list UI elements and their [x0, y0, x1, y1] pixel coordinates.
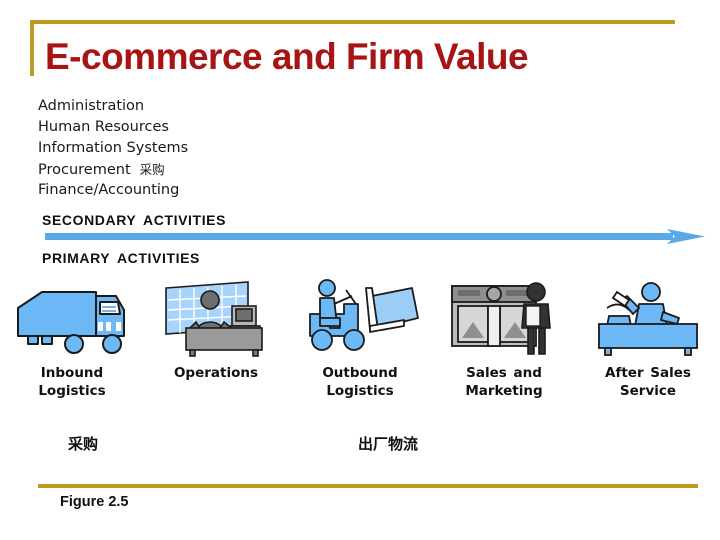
footer-rule [38, 484, 698, 488]
office-desk-worker-icon [156, 276, 276, 358]
service-counter-agent-icon [589, 276, 707, 358]
secondary-activities-label: SECONDARY ACTIVITIES [42, 212, 227, 228]
support-activity-label: Human Resources [38, 119, 169, 135]
process-flow-arrow-icon [45, 229, 705, 245]
support-activity-label: Administration [38, 98, 145, 114]
value-chain-step-label-line2: Logistics [326, 383, 394, 399]
forklift-icon [300, 276, 420, 358]
value-chain-step-label: Sales and Marketing [465, 364, 542, 400]
figure-caption: Figure 2.5 [60, 494, 129, 510]
value-chain-step-label-line2: Service [619, 383, 677, 399]
value-chain-step-label-line2: Logistics [38, 383, 106, 399]
support-activity-label: Information Systems [38, 140, 189, 156]
value-chain-step-label-line1: After Sales [605, 365, 691, 381]
slide-frame-left-rule [30, 20, 34, 76]
support-activity-label: Procurement [38, 162, 131, 178]
value-chain-step-outbound-logistics: Outbound Logistics [288, 276, 432, 412]
value-chain-step-label-line1: Inbound [40, 365, 104, 381]
value-chain-step-label: Outbound Logistics [322, 364, 397, 400]
list-item: Procurement 采购 [38, 159, 358, 180]
value-chain-step-label: After Sales Service [605, 364, 691, 400]
value-chain-step-label: Operations [174, 364, 258, 382]
support-activity-label: Finance/Accounting [38, 182, 180, 198]
value-chain-step-sales-and-marketing: Sales and Marketing [432, 276, 576, 412]
delivery-truck-icon [12, 276, 132, 358]
value-chain-step-inbound-logistics: Inbound Logistics [0, 276, 144, 412]
list-item: Human Resources [38, 117, 358, 138]
value-chain-step-operations: Operations [144, 276, 288, 412]
list-item: Finance/Accounting [38, 180, 358, 201]
list-item: Information Systems [38, 138, 358, 159]
list-item: Administration [38, 96, 358, 117]
value-chain-step-label-line1: Operations [173, 365, 259, 381]
page-title: E-commerce and Firm Value [45, 36, 529, 77]
primary-activities-label: PRIMARY ACTIVITIES [42, 250, 200, 266]
value-chain-step-label-line2: Marketing [465, 383, 543, 399]
value-chain-row: Inbound Logistics Operations Outbound Lo… [0, 276, 720, 412]
support-activities-list: Administration Human Resources Informati… [38, 96, 358, 201]
annotation-outbound-logistics-cn: 出厂物流 [358, 435, 419, 453]
annotation-procurement-cn: 采购 [68, 435, 99, 453]
storefront-salesperson-icon [444, 276, 564, 358]
value-chain-step-label-line1: Outbound [322, 365, 398, 381]
value-chain-step-label: Inbound Logistics [38, 364, 105, 400]
value-chain-step-label-line1: Sales and [466, 365, 542, 381]
support-activity-annotation-cn: 采购 [139, 162, 165, 177]
slide-frame-top-rule [30, 20, 675, 24]
value-chain-step-after-sales-service: After Sales Service [576, 276, 720, 412]
